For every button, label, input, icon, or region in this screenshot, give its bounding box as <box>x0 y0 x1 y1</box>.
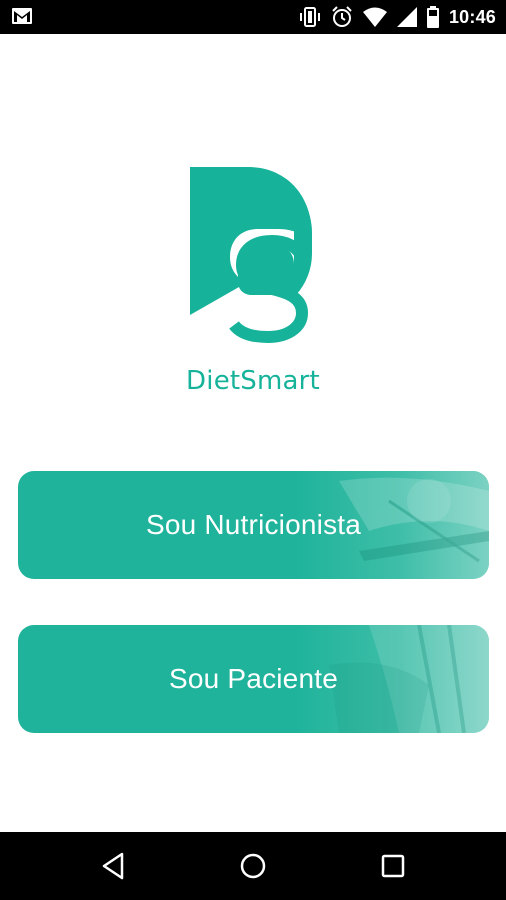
alarm-icon <box>332 6 352 27</box>
vibrate-icon <box>299 7 320 27</box>
nutritionist-button-label: Sou Nutricionista <box>145 509 362 540</box>
home-icon[interactable] <box>237 850 269 882</box>
nutritionist-button[interactable]: Sou Nutricionista <box>18 471 489 579</box>
status-time: 10:46 <box>448 6 496 27</box>
navigation-bar <box>0 832 506 900</box>
wifi-icon <box>362 7 387 27</box>
status-bar: 10:46 <box>0 0 506 34</box>
gmail-icon <box>12 8 32 24</box>
signal-icon <box>396 7 417 27</box>
ds-logo-icon <box>190 167 313 344</box>
patient-button[interactable]: Sou Paciente <box>18 625 489 733</box>
patient-button-label: Sou Paciente <box>169 663 338 694</box>
recent-apps-icon[interactable] <box>377 850 409 882</box>
back-icon[interactable] <box>98 850 130 882</box>
battery-icon <box>426 6 439 28</box>
brand-name: DietSmart <box>186 366 320 396</box>
app-logo <box>186 165 326 345</box>
